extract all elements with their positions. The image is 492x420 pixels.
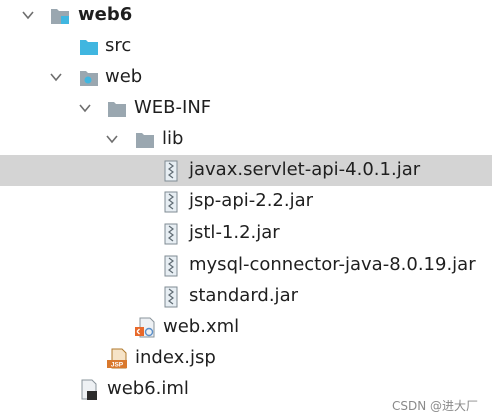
tree-item-lib[interactable]: lib	[0, 124, 492, 155]
jar-icon	[164, 286, 178, 308]
tree-item-label: index.jsp	[135, 347, 216, 368]
tree-item-src[interactable]: src	[0, 31, 492, 62]
jar-icon	[164, 255, 178, 277]
jsp-file-icon: JSP	[107, 348, 127, 369]
tree-item-web[interactable]: web	[0, 62, 492, 93]
tree-item-label: web.xml	[163, 316, 240, 337]
tree-item-label: web6	[78, 4, 133, 25]
xml-file-icon	[135, 317, 155, 338]
chevron-down-icon[interactable]	[48, 69, 64, 85]
watermark-text: CSDN @进大厂	[391, 399, 478, 413]
source-folder-icon	[80, 40, 98, 55]
tree-item-label: jstl-1.2.jar	[189, 222, 280, 243]
tree-item-mysql-connector-jar[interactable]: mysql-connector-java-8.0.19.jar	[0, 250, 492, 281]
chevron-down-icon[interactable]	[20, 7, 36, 23]
tree-item-label: WEB-INF	[134, 97, 212, 118]
tree-item-jsp-api-jar[interactable]: jsp-api-2.2.jar	[0, 186, 492, 217]
tree-item-standard-jar[interactable]: standard.jar	[0, 281, 492, 312]
tree-item-label: web	[105, 66, 143, 87]
tree-item-label: web6.iml	[107, 378, 189, 399]
tree-item-label: jsp-api-2.2.jar	[189, 190, 314, 211]
jar-icon	[164, 223, 178, 245]
module-folder-icon	[51, 9, 69, 24]
chevron-down-icon[interactable]	[77, 100, 93, 116]
tree-item-label: standard.jar	[189, 285, 298, 306]
jar-icon	[164, 160, 178, 182]
web-folder-icon	[80, 71, 98, 86]
tree-item-web-xml[interactable]: web.xml	[0, 312, 492, 343]
chevron-down-icon[interactable]	[104, 131, 120, 147]
tree-item-label: lib	[162, 128, 184, 149]
tree-item-jstl-jar[interactable]: jstl-1.2.jar	[0, 218, 492, 249]
iml-file-icon	[81, 379, 97, 400]
tree-item-javax-servlet-api-jar[interactable]: javax.servlet-api-4.0.1.jar	[0, 155, 492, 186]
tree-item-index-jsp[interactable]: JSP index.jsp	[0, 343, 492, 374]
tree-item-web-inf[interactable]: WEB-INF	[0, 93, 492, 124]
tree-item-label: mysql-connector-java-8.0.19.jar	[189, 254, 476, 275]
svg-text:JSP: JSP	[111, 362, 124, 369]
tree-item-web6[interactable]: web6	[0, 0, 492, 31]
tree-item-label: src	[105, 35, 132, 56]
tree-item-label: javax.servlet-api-4.0.1.jar	[189, 159, 421, 180]
jar-icon	[164, 191, 178, 213]
folder-icon	[136, 133, 154, 148]
folder-icon	[108, 102, 126, 117]
